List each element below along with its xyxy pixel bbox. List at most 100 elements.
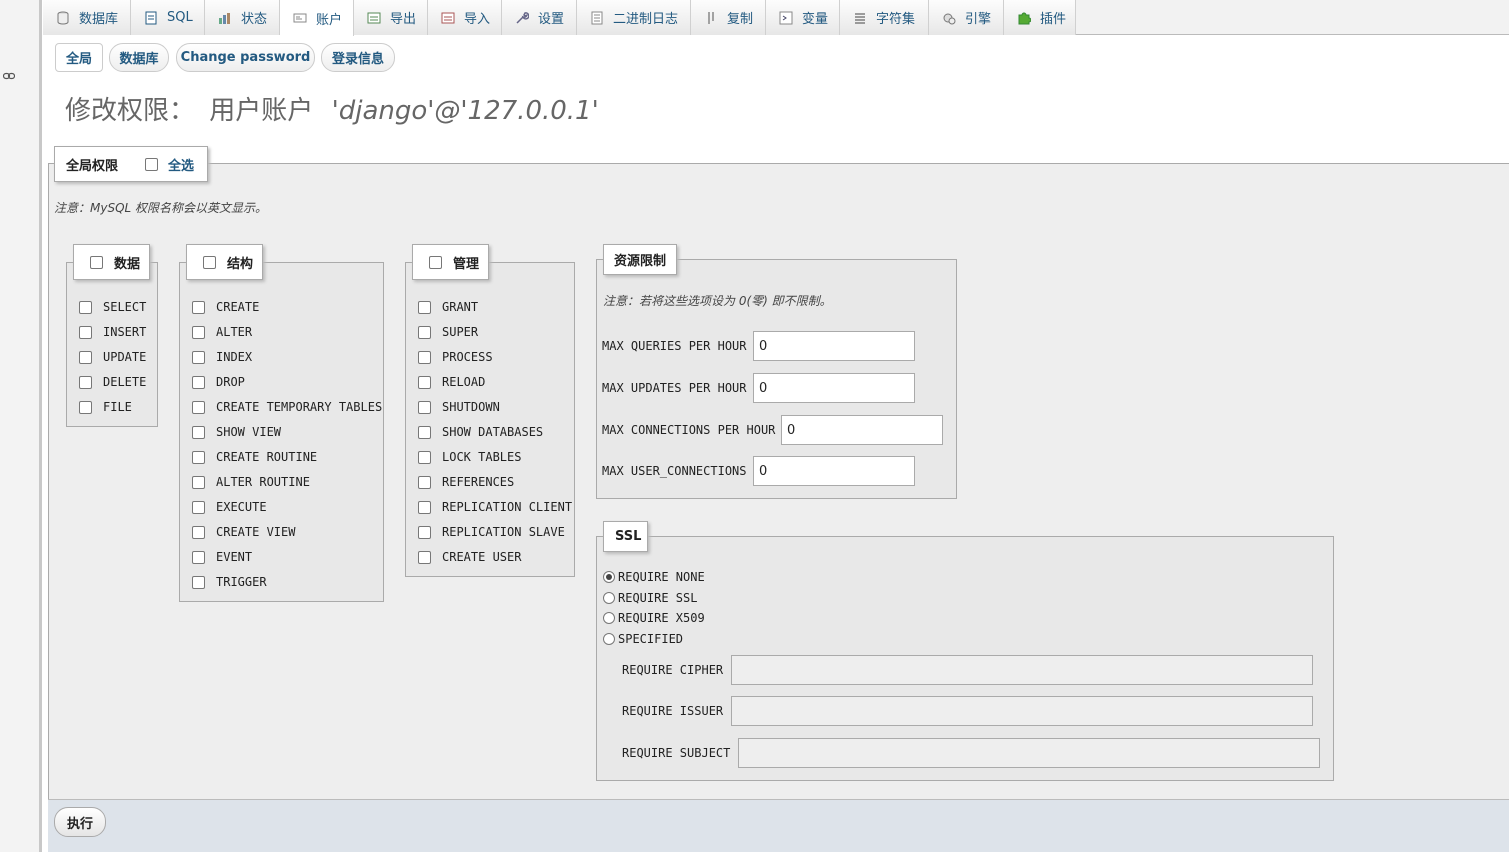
privilege-create[interactable]: CREATE <box>192 300 259 314</box>
privilege-replication-slave[interactable]: REPLICATION SLAVE <box>418 525 565 539</box>
limit-input-max-connections-per-hour[interactable] <box>781 415 943 445</box>
limit-label-max-queries-per-hour: MAX QUERIES PER HOUR <box>602 339 747 353</box>
privilege-label: SHOW DATABASES <box>442 425 544 439</box>
ssl-option-require-ssl[interactable]: REQUIRE SSL <box>603 591 697 605</box>
privilege-select[interactable]: SELECT <box>79 300 146 314</box>
limit-input-max-updates-per-hour[interactable] <box>753 373 915 403</box>
go-button[interactable]: 执行 <box>54 807 106 837</box>
privilege-file[interactable]: FILE <box>79 400 132 414</box>
privilege-checkbox[interactable] <box>192 425 205 439</box>
privilege-alter-routine[interactable]: ALTER ROUTINE <box>192 475 310 489</box>
privilege-delete[interactable]: DELETE <box>79 375 146 389</box>
privilege-checkbox[interactable] <box>192 325 205 339</box>
ssl-option-require-x509[interactable]: REQUIRE X509 <box>603 611 705 625</box>
tab-binlog[interactable]: 二进制日志 <box>577 0 691 35</box>
privilege-create-routine[interactable]: CREATE ROUTINE <box>192 450 317 464</box>
ssl-radio[interactable] <box>603 633 615 646</box>
privilege-execute[interactable]: EXECUTE <box>192 500 267 514</box>
privilege-alter[interactable]: ALTER <box>192 325 252 339</box>
privilege-checkbox[interactable] <box>192 500 205 514</box>
limit-input-max-queries-per-hour[interactable] <box>753 331 915 361</box>
privilege-checkbox[interactable] <box>192 450 205 464</box>
privilege-checkbox[interactable] <box>418 300 431 314</box>
privilege-update[interactable]: UPDATE <box>79 350 146 364</box>
select-all-checkbox[interactable] <box>145 157 159 171</box>
tab-charset[interactable]: 字符集 <box>840 0 929 35</box>
privilege-checkbox[interactable] <box>79 350 92 364</box>
tab-replication[interactable]: 复制 <box>691 0 766 35</box>
privilege-reload[interactable]: RELOAD <box>418 375 485 389</box>
tab-import[interactable]: 导入 <box>428 0 502 35</box>
subtab-global[interactable]: 全局 <box>55 43 103 72</box>
data-group-checkbox[interactable] <box>90 255 103 269</box>
privilege-checkbox[interactable] <box>192 400 205 414</box>
tab-settings[interactable]: 设置 <box>502 0 577 35</box>
privilege-lock-tables[interactable]: LOCK TABLES <box>418 450 521 464</box>
privilege-replication-client[interactable]: REPLICATION CLIENT <box>418 500 572 514</box>
tab-export[interactable]: 导出 <box>354 0 428 35</box>
privilege-checkbox[interactable] <box>418 350 431 364</box>
ssl-radio[interactable] <box>603 571 615 583</box>
privilege-label: REPLICATION CLIENT <box>442 500 573 514</box>
privilege-checkbox[interactable] <box>192 375 205 389</box>
privilege-create-temporary-tables[interactable]: CREATE TEMPORARY TABLES <box>192 400 382 414</box>
tab-engines[interactable]: 引擎 <box>929 0 1004 35</box>
select-all-label[interactable]: 全选 <box>168 155 194 174</box>
privilege-checkbox[interactable] <box>192 550 205 564</box>
privilege-process[interactable]: PROCESS <box>418 350 493 364</box>
privilege-checkbox[interactable] <box>79 375 92 389</box>
admin-group-checkbox[interactable] <box>429 255 442 269</box>
subtab-change-password[interactable]: Change password <box>176 43 315 72</box>
privilege-checkbox[interactable] <box>418 375 431 389</box>
privilege-checkbox[interactable] <box>192 300 205 314</box>
privilege-shutdown[interactable]: SHUTDOWN <box>418 400 500 414</box>
tab-variables[interactable]: 变量 <box>766 0 840 35</box>
tab-databases[interactable]: 数据库 <box>43 0 131 35</box>
subtab-login-info[interactable]: 登录信息 <box>321 43 395 72</box>
privilege-drop[interactable]: DROP <box>192 375 245 389</box>
structure-group-checkbox[interactable] <box>203 255 216 269</box>
privilege-trigger[interactable]: TRIGGER <box>192 575 267 589</box>
privilege-checkbox[interactable] <box>418 425 431 439</box>
link-icon[interactable] <box>3 72 15 80</box>
privilege-grant[interactable]: GRANT <box>418 300 478 314</box>
privilege-checkbox[interactable] <box>418 525 431 539</box>
privilege-show-view[interactable]: SHOW VIEW <box>192 425 281 439</box>
limit-input-max-user-connections[interactable] <box>753 456 915 486</box>
charset-icon <box>852 10 868 26</box>
privilege-checkbox[interactable] <box>418 325 431 339</box>
ssl-field-input-require-issuer[interactable] <box>731 696 1313 726</box>
ssl-radio[interactable] <box>603 612 615 625</box>
tab-accounts[interactable]: 账户 <box>280 0 354 36</box>
privilege-checkbox[interactable] <box>192 475 205 489</box>
privilege-create-user[interactable]: CREATE USER <box>418 550 521 564</box>
ssl-field-input-require-cipher[interactable] <box>731 655 1313 685</box>
privilege-checkbox[interactable] <box>192 525 205 539</box>
privilege-insert[interactable]: INSERT <box>79 325 146 339</box>
privilege-checkbox[interactable] <box>418 500 431 514</box>
privilege-show-databases[interactable]: SHOW DATABASES <box>418 425 543 439</box>
tab-plugins[interactable]: 插件 <box>1004 0 1076 35</box>
ssl-field-input-require-subject[interactable] <box>738 738 1320 768</box>
privilege-checkbox[interactable] <box>418 550 431 564</box>
ssl-option-require-none[interactable]: REQUIRE NONE <box>603 570 705 584</box>
privilege-checkbox[interactable] <box>79 325 92 339</box>
privilege-create-view[interactable]: CREATE VIEW <box>192 525 295 539</box>
ssl-radio[interactable] <box>603 591 615 604</box>
tab-status[interactable]: 状态 <box>205 0 280 35</box>
privilege-checkbox[interactable] <box>192 350 205 364</box>
privilege-checkbox[interactable] <box>79 400 92 414</box>
binlog-icon <box>589 10 605 26</box>
privilege-checkbox[interactable] <box>418 400 431 414</box>
privilege-references[interactable]: REFERENCES <box>418 475 514 489</box>
privilege-checkbox[interactable] <box>79 300 92 314</box>
privilege-index[interactable]: INDEX <box>192 350 252 364</box>
privilege-super[interactable]: SUPER <box>418 325 478 339</box>
privilege-checkbox[interactable] <box>418 450 431 464</box>
privilege-checkbox[interactable] <box>418 475 431 489</box>
privilege-event[interactable]: EVENT <box>192 550 252 564</box>
subtab-database[interactable]: 数据库 <box>109 43 169 72</box>
tab-sql[interactable]: SQL <box>131 0 205 35</box>
ssl-option-specified[interactable]: SPECIFIED <box>603 632 683 646</box>
privilege-checkbox[interactable] <box>192 575 205 589</box>
